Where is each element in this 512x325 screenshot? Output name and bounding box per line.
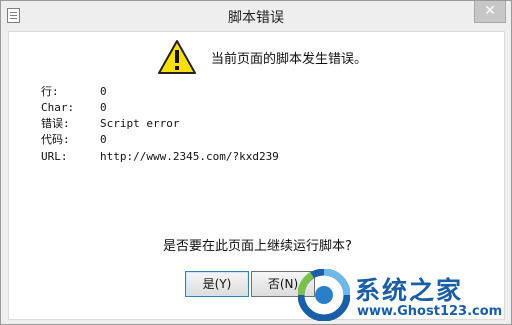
watermark-title: 系统之家 bbox=[355, 276, 464, 305]
detail-value: 0 bbox=[100, 101, 107, 114]
continue-question: 是否要在此页面上继续运行脚本? bbox=[163, 239, 352, 254]
detail-value: Script error bbox=[100, 117, 180, 130]
watermark-url: www.Ghost123.com bbox=[357, 304, 503, 319]
detail-label: 代码: bbox=[41, 133, 70, 146]
warning-icon bbox=[158, 40, 196, 74]
error-message: 当前页面的脚本发生错误。 bbox=[211, 52, 368, 67]
title-bar[interactable]: 脚本错误 ✕ bbox=[1, 1, 511, 31]
detail-label: 行: bbox=[41, 85, 59, 98]
logo-icon bbox=[298, 269, 350, 321]
detail-value: http://www.2345.com/?kxd239 bbox=[100, 150, 279, 163]
detail-label: URL: bbox=[41, 150, 68, 163]
close-button[interactable]: ✕ bbox=[474, 1, 506, 23]
detail-value: 0 bbox=[100, 85, 107, 98]
script-error-dialog: 脚本错误 ✕ 当前页面的脚本发生错误。 行: 0 Char: 0 错误: Scr… bbox=[0, 0, 512, 325]
detail-value: 0 bbox=[100, 133, 107, 146]
yes-button[interactable]: 是(Y) bbox=[185, 271, 249, 297]
detail-label: Char: bbox=[41, 101, 75, 114]
window-title: 脚本错误 bbox=[228, 10, 284, 26]
detail-label: 错误: bbox=[41, 117, 70, 130]
